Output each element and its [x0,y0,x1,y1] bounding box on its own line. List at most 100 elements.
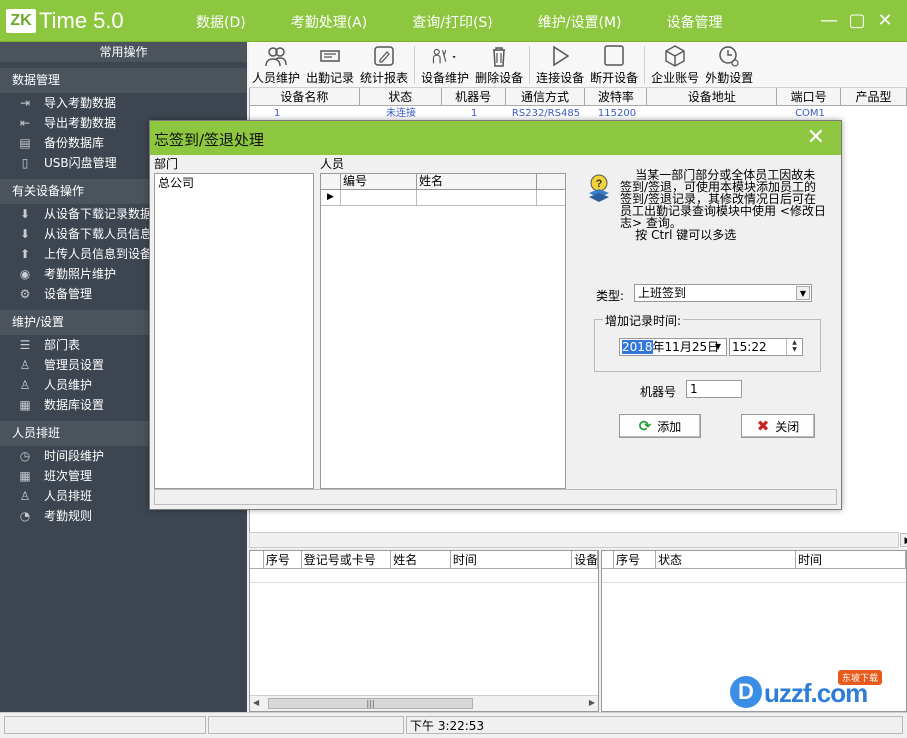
status-cell [208,716,404,734]
sidebar-item-label: 导出考勤数据 [44,116,117,130]
menu-data[interactable]: 数据(D) [196,12,246,32]
col-device-address[interactable]: 设备地址 [647,88,778,105]
menu-attendance[interactable]: 考勤处理(A) [291,12,368,32]
employee-table-header: 编号 姓名 [321,174,565,190]
sidebar-section-data[interactable]: 数据管理 [0,68,247,93]
record-table-left: 序号 登记号或卡号 姓名 时间 设备 ◀ ||| ▶ [249,550,599,712]
col-reg-or-card[interactable]: 登记号或卡号 [302,551,392,568]
toolbar-label: 连接设备 [536,71,585,85]
sidebar-item-label: 管理员设置 [44,358,105,372]
device-tools-icon [431,43,459,69]
sidebar-item-import[interactable]: ⇥ 导入考勤数据 [0,93,247,113]
col-device-name[interactable]: 设备名称 [250,88,360,105]
col-device[interactable]: 设备 [572,551,598,568]
record-time-label: 增加记录时间: [603,312,684,329]
photo-icon: ◉ [19,267,31,281]
close-button[interactable]: ✖ 关闭 [741,414,815,438]
status-cell [4,716,206,734]
connect-device-button[interactable]: 连接设备 [533,42,587,88]
col-machine-no[interactable]: 机器号 [442,88,506,105]
watermark-logo: D uzzf.com 东坡下载 [730,670,905,716]
enterprise-account-button[interactable]: 企业账号 [648,42,702,88]
device-maintenance-button[interactable]: 设备维护 [418,42,472,88]
time-spinner[interactable]: 15:22 ▲ ▼ [729,338,803,356]
chevron-down-icon[interactable]: ▼ [796,286,810,300]
spinner-arrows-icon[interactable]: ▲ ▼ [786,339,802,355]
sidebar-item-label: 人员维护 [44,378,93,392]
department-icon: ☰ [19,338,31,352]
horizontal-scrollbar[interactable]: ▶ [249,532,907,548]
col-name[interactable]: 姓名 [391,551,451,568]
delete-device-button[interactable]: 删除设备 [472,42,526,88]
record-time-group: 增加记录时间: 2018年11月25日 ▼ 15:22 ▲ ▼ [594,312,821,372]
sidebar-item-label: 部门表 [44,338,81,352]
col-seq[interactable]: 序号 [264,551,302,568]
field-attendance-settings-button[interactable]: 外勤设置 [702,42,756,88]
type-select[interactable]: 上班签到 ▼ [634,284,812,302]
toolbar-label: 统计报表 [360,71,409,85]
usb-icon: ▯ [21,156,29,170]
window-controls: — ▢ ✕ [815,8,899,34]
close-icon[interactable]: ✕ [871,8,899,34]
logo-zk: ZK [6,9,36,33]
clock-settings-icon [715,43,743,69]
statistics-report-button[interactable]: 统计报表 [357,42,411,88]
trash-icon [485,43,513,69]
dialog-title-bar: 忘签到/签退处理 ✕ [150,121,841,155]
attendance-records-button[interactable]: 出勤记录 [303,42,357,88]
table-row [250,569,598,583]
table-row[interactable]: ▶ [321,190,565,206]
col-product-model[interactable]: 产品型 [841,88,907,105]
sidebar-item-label: 导入考勤数据 [44,96,117,110]
scroll-right-icon[interactable]: ▶ [589,698,595,707]
col-status[interactable]: 状态 [360,88,442,105]
sidebar-item-label: 数据库设置 [44,398,105,412]
time-value: 15:22 [732,340,767,354]
col-time[interactable]: 时间 [451,551,573,568]
forgot-checkin-dialog: 忘签到/签退处理 ✕ 部门 总公司 人员 编号 姓名 ▶ ? 当某一部门部分或全… [149,120,842,510]
chevron-down-icon[interactable]: ▼ [711,340,725,354]
horizontal-scrollbar[interactable]: ◀ ||| ▶ [250,695,598,711]
close-icon[interactable]: ✕ [807,125,825,150]
menu-query-print[interactable]: 查询/打印(S) [412,12,493,32]
sidebar-item-label: 考勤规则 [44,509,93,523]
add-button[interactable]: ⟳ 添加 [619,414,701,438]
minimize-icon[interactable]: — [815,8,843,34]
scroll-thumb[interactable]: ||| [268,698,473,709]
col-employee-no[interactable]: 编号 [341,174,417,189]
col-time[interactable]: 时间 [796,551,906,568]
col-employee-name[interactable]: 姓名 [417,174,537,189]
users-icon: ♙ [19,378,31,392]
toolbar-separator [529,46,531,84]
disconnect-device-button[interactable]: 断开设备 [587,42,641,88]
col-port[interactable]: 端口号 [777,88,842,105]
scroll-right-icon[interactable]: ▶ [900,533,907,547]
clock-icon: ◷ [19,449,31,463]
col-status[interactable]: 状态 [656,551,796,568]
rules-icon: ◔ [19,509,31,523]
dept-item[interactable]: 总公司 [155,174,313,192]
menu-device-management[interactable]: 设备管理 [667,12,723,32]
date-picker[interactable]: 2018年11月25日 ▼ [619,338,727,356]
dept-label: 部门 [154,157,179,171]
logo-version: 5.0 [93,8,124,33]
sidebar-item-label: 备份数据库 [44,136,105,150]
scroll-left-icon[interactable]: ◀ [253,698,259,707]
col-baud-rate[interactable]: 波特率 [585,88,648,105]
cell-employee-name[interactable] [417,190,537,205]
machine-no-input[interactable]: 1 [686,380,742,398]
maximize-icon[interactable]: ▢ [843,8,871,34]
info-text: 当某一部门部分或全体员工因故未 签到/签退，可使用本模块添加员工的 签到/签退记… [620,168,826,242]
cell-employee-no[interactable] [341,190,417,205]
col-seq[interactable]: 序号 [614,551,656,568]
toolbar-label: 企业账号 [651,71,700,85]
toolbar: 人员维护 出勤记录 统计报表 设备维护 删除设备 连接设备 断开设备 企业账号 … [249,42,907,88]
db-settings-icon: ▦ [19,398,31,412]
menu-maintenance[interactable]: 维护/设置(M) [538,12,622,32]
sidebar-item-label: 上传人员信息到设备 [44,247,153,261]
play-icon [546,43,574,69]
employee-table: 编号 姓名 ▶ [320,173,566,489]
schedule-icon: ♙ [19,489,31,503]
user-maintenance-button[interactable]: 人员维护 [249,42,303,88]
col-comm-mode[interactable]: 通信方式 [506,88,586,105]
